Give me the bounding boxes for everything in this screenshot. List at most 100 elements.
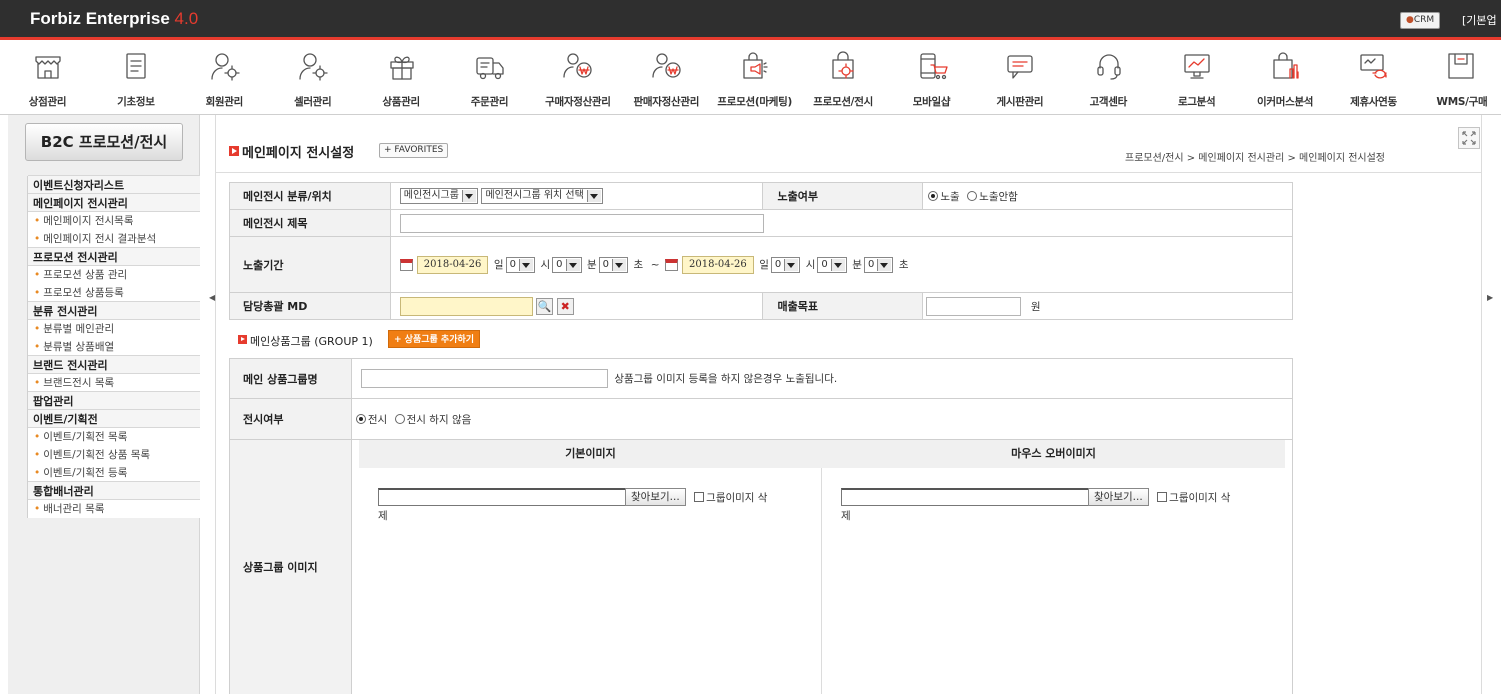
top-bar: Forbiz Enterprise 4.0 ●CRM [기본업 (0, 0, 1501, 40)
menu-item[interactable]: 고객센타 (1075, 43, 1142, 114)
start-minute-select[interactable]: 0 (552, 256, 582, 273)
top-link-basic[interactable]: [기본업 (1462, 12, 1497, 28)
sidebar-item[interactable]: • 프로모션 상품등록 (28, 284, 200, 302)
gift-box-icon (389, 56, 414, 80)
menu-item[interactable]: 프로모션(마케팅) (717, 43, 792, 114)
position-select[interactable]: 메인전시그룹 위치 선택 (481, 188, 603, 204)
sidebar-item[interactable]: • 분류별 메인관리 (28, 320, 200, 338)
calendar-icon[interactable] (665, 258, 679, 271)
menu-item[interactable]: 게시판관리 (986, 43, 1053, 114)
brand-logo[interactable]: Forbiz Enterprise 4.0 (30, 9, 198, 29)
show-off-radio[interactable] (394, 414, 405, 424)
menu-item[interactable]: 모바일샵 (898, 43, 965, 114)
sidebar-item-label: 메인페이지 전시 결과분석 (43, 233, 157, 245)
headset-icon (1097, 54, 1121, 80)
sidebar-group[interactable]: 메인페이지 전시관리 (28, 193, 200, 212)
menu-item[interactable]: 구매자정산관리 (544, 43, 611, 114)
sidebar-title: B2C 프로모션/전시 (25, 123, 183, 161)
sidebar-item[interactable]: • 배너관리 목록 (28, 500, 200, 518)
sidebar-item[interactable]: • 메인페이지 전시목록 (28, 212, 200, 230)
md-input[interactable] (399, 296, 533, 316)
start-hour-select[interactable]: 0 (505, 256, 535, 273)
basic-image-file-input[interactable] (378, 488, 626, 506)
menu-item[interactable]: 회원관리 (191, 43, 258, 114)
menu-item[interactable]: 셀러관리 (279, 43, 346, 114)
menu-item[interactable]: 프로모션/전시 (810, 43, 877, 114)
end-hour-select[interactable]: 0 (770, 256, 801, 273)
menu-item[interactable]: 기초정보 (102, 43, 169, 114)
search-icon[interactable]: 🔍 (536, 297, 554, 315)
group-name-input[interactable] (360, 369, 608, 388)
sales-target-input[interactable] (926, 296, 1022, 316)
calendar-icon[interactable] (399, 258, 413, 271)
menu-item-label: 주문관리 (470, 96, 509, 108)
basic-image-browse-button[interactable]: 찾아보기... (625, 488, 686, 506)
bullet-icon: • (34, 233, 41, 245)
sidebar-item-label: 분류별 상품배열 (43, 341, 115, 353)
sidebar-item[interactable]: • 이벤트/기획전 등록 (28, 464, 200, 482)
basic-image-header: 기본이미지 (359, 440, 822, 468)
sidebar-item[interactable]: • 프로모션 상품 관리 (28, 266, 200, 284)
monitor-chart-icon (1184, 54, 1210, 79)
sidebar-item[interactable]: • 메인페이지 전시 결과분석 (28, 230, 200, 248)
sidebar-group[interactable]: 브랜드 전시관리 (28, 355, 200, 374)
group-image-panel: 기본이미지 마우스 오버이미지 찾아보기... 그룹이미지 삭 제 찾아보기..… (359, 440, 1285, 694)
display-off-radio[interactable] (967, 191, 978, 201)
menu-item[interactable]: 주문관리 (456, 43, 523, 114)
sidebar-item-label: 프로모션 상품등록 (43, 287, 124, 299)
menu-item[interactable]: WMS/구매 (1428, 43, 1495, 114)
favorites-button[interactable]: + FAVORITES (379, 143, 449, 158)
expand-right-icon[interactable]: ▶ (1487, 293, 1493, 302)
end-date-input[interactable]: 2018-04-26 (682, 255, 754, 274)
sidebar-item[interactable]: • 분류별 상품배열 (28, 338, 200, 356)
bullet-icon: • (34, 287, 41, 299)
hover-image-delete-checkbox[interactable] (1157, 492, 1168, 502)
crm-button[interactable]: ●CRM (1400, 12, 1441, 29)
menu-item[interactable]: 판매자정산관리 (633, 43, 700, 114)
clear-icon[interactable]: ✖ (556, 297, 574, 315)
bullet-icon: • (34, 503, 41, 515)
end-minute-select[interactable]: 0 (817, 256, 847, 273)
divider (215, 115, 216, 694)
end-second-select[interactable]: 0 (863, 256, 894, 273)
hover-image-delete-label: 그룹이미지 삭 (1169, 491, 1231, 504)
menu-item[interactable]: 제휴사연동 (1340, 43, 1407, 114)
bullet-icon: • (34, 215, 41, 227)
title-input[interactable] (399, 213, 764, 233)
menu-item[interactable]: 로그분석 (1163, 43, 1230, 114)
bag-chart-icon (1272, 52, 1299, 79)
category-label: 메인전시 분류/위치 (229, 182, 391, 210)
sidebar-group[interactable]: 통합배너관리 (28, 481, 200, 500)
bullet-icon: • (34, 341, 41, 353)
period-label: 노출기간 (229, 236, 391, 293)
display-on-radio[interactable] (928, 191, 939, 201)
menu-item-label: 구매자정산관리 (545, 96, 611, 108)
group-title: 메인상품그룹 (GROUP 1) (250, 335, 373, 348)
sidebar-group[interactable]: 이벤트신청자리스트 (28, 175, 200, 194)
range-tilde: ~ (650, 258, 660, 271)
menu-item[interactable]: 상품관리 (368, 43, 435, 114)
start-date-input[interactable]: 2018-04-26 (416, 255, 489, 274)
collapse-left-icon[interactable]: ◀ (209, 293, 215, 302)
bullet-icon: • (34, 323, 41, 335)
show-on-radio[interactable] (355, 414, 366, 424)
basic-image-delete-checkbox[interactable] (694, 492, 705, 502)
sidebar-group[interactable]: 팝업관리 (28, 391, 200, 410)
fullscreen-icon[interactable] (1458, 127, 1480, 149)
hover-image-file-input[interactable] (841, 488, 1089, 506)
sidebar-item[interactable]: • 이벤트/기획전 목록 (28, 428, 200, 446)
add-product-group-button[interactable]: + 상품그룹 추가하기 (388, 330, 481, 348)
sidebar-item[interactable]: • 브랜드전시 목록 (28, 374, 200, 392)
sidebar-group[interactable]: 프로모션 전시관리 (28, 247, 200, 266)
start-second-select[interactable]: 0 (598, 256, 629, 273)
sidebar-group[interactable]: 분류 전시관리 (28, 301, 200, 320)
sidebar-item[interactable]: • 이벤트/기획전 상품 목록 (28, 446, 200, 464)
category-select[interactable]: 메인전시그룹 (399, 188, 478, 204)
divider (1481, 115, 1482, 694)
menu-item[interactable]: 이커머스분석 (1252, 43, 1319, 114)
sidebar-item-label: 이벤트/기획전 상품 목록 (43, 449, 151, 461)
display-settings-table: 메인전시 분류/위치 메인전시그룹 메인전시그룹 위치 선택 노출여부 노출 노… (229, 182, 1294, 320)
hover-image-browse-button[interactable]: 찾아보기... (1088, 488, 1149, 506)
menu-item[interactable]: 상점관리 (14, 43, 81, 114)
sidebar-group[interactable]: 이벤트/기획전 (28, 409, 200, 428)
